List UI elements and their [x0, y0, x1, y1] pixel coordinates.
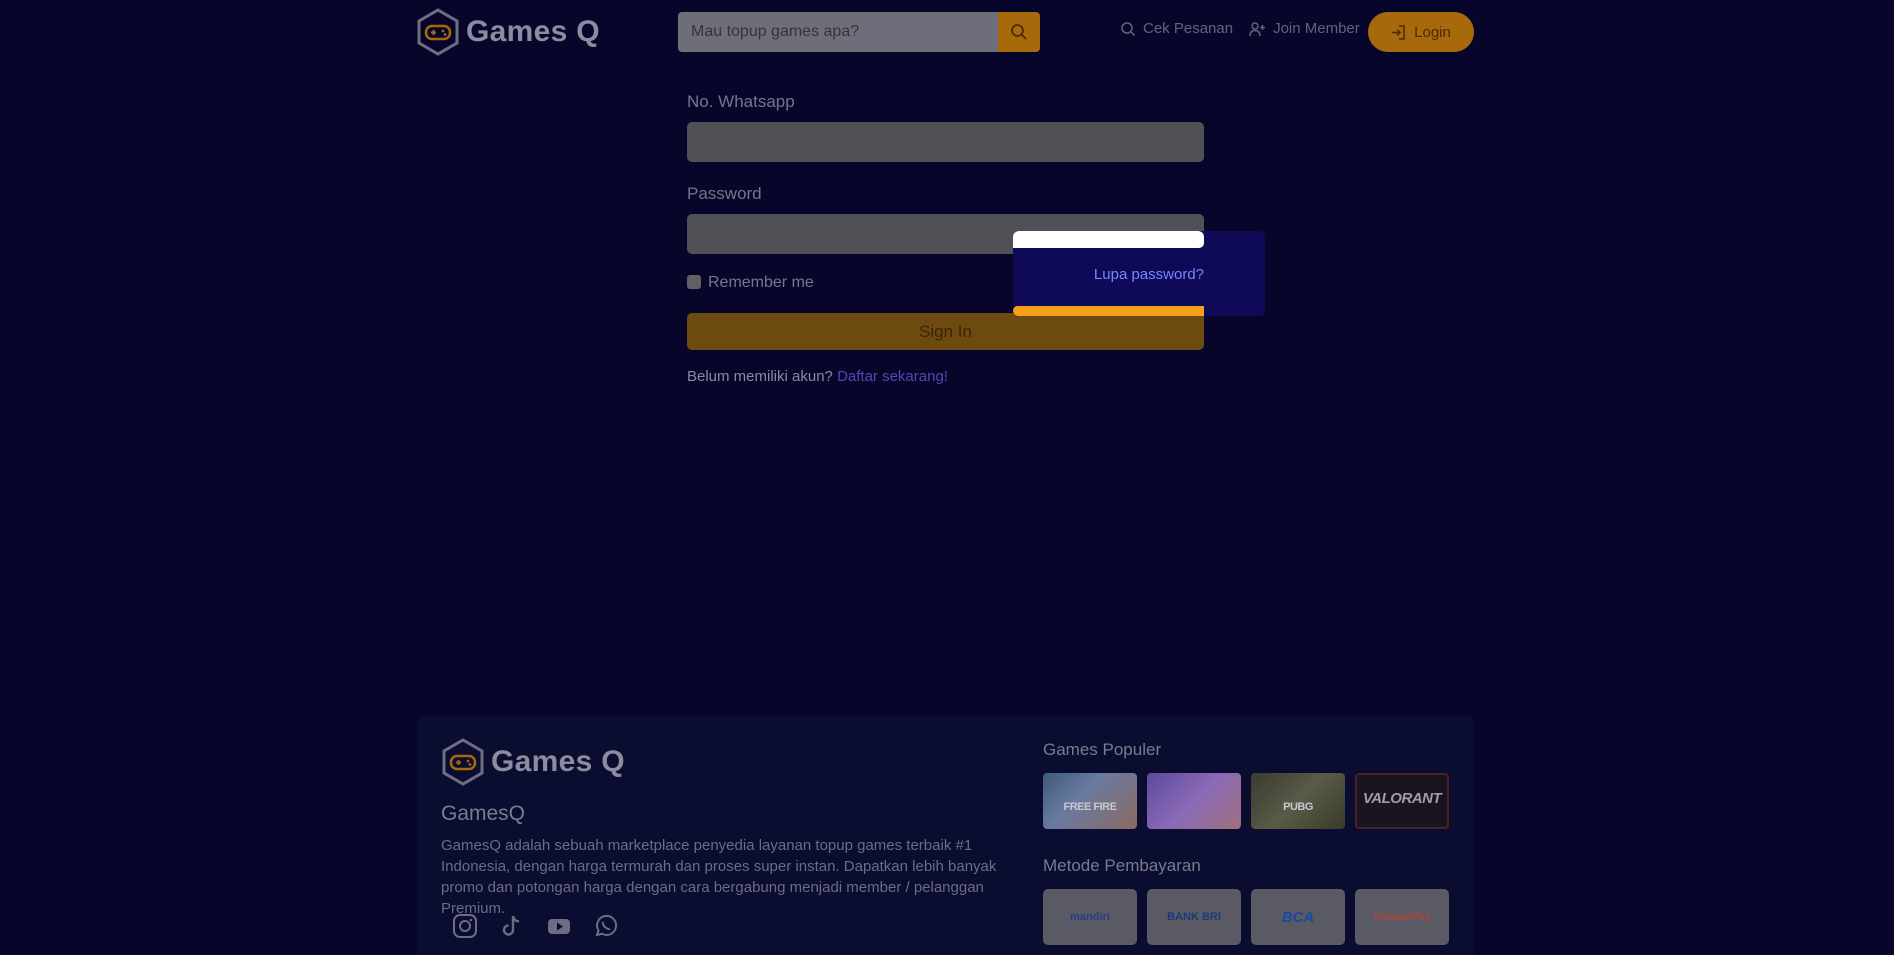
whatsapp-label: No. Whatsapp — [687, 92, 795, 111]
search-bar — [678, 12, 1040, 52]
register-link[interactable]: Daftar sekarang! — [837, 368, 948, 385]
games-grid: FREE FIRE PUBG VALORANT — [1043, 773, 1459, 829]
game-thumb-free-fire[interactable]: FREE FIRE — [1043, 773, 1137, 829]
footer-logo[interactable]: Games Q — [441, 738, 625, 786]
gamepad-hex-logo-icon — [417, 8, 459, 56]
whatsapp-icon[interactable] — [592, 912, 620, 940]
login-icon — [1392, 24, 1405, 40]
footer-brand: GamesQ — [441, 802, 526, 825]
payment-label: BCA — [1281, 908, 1315, 926]
youtube-icon[interactable] — [545, 912, 573, 940]
password-label: Password — [687, 184, 762, 203]
footer-description: GamesQ adalah sebuah marketplace penyedi… — [441, 837, 997, 917]
payment-grid: mandiri BANK BRI BCA ShopeePay — [1043, 889, 1459, 945]
payment-card-mandiri[interactable]: mandiri — [1043, 889, 1137, 945]
payment-card-bca[interactable]: BCA — [1251, 889, 1345, 945]
site-header: Games Q Cek Pesanan Join Membe — [0, 0, 1894, 64]
payment-label: BANK BRI — [1167, 911, 1221, 923]
game-thumb-mobile-legends[interactable] — [1147, 773, 1241, 829]
tiktok-icon[interactable] — [498, 912, 526, 940]
social-links — [451, 912, 639, 940]
logo-text: Games Q — [466, 15, 600, 48]
register-prompt: Belum memiliki akun? — [687, 368, 833, 385]
search-input[interactable] — [678, 12, 998, 52]
search-icon — [1121, 21, 1136, 36]
payment-card-bri[interactable]: BANK BRI — [1147, 889, 1241, 945]
search-icon — [1011, 24, 1027, 40]
nav-cek-pesanan[interactable]: Cek Pesanan — [1120, 20, 1233, 37]
popular-games-heading: Games Populer — [1043, 740, 1162, 759]
game-title: VALORANT — [1362, 790, 1442, 807]
sign-in-button[interactable]: Sign In — [687, 313, 1204, 350]
remember-checkbox[interactable] — [687, 275, 701, 289]
instagram-icon[interactable] — [451, 912, 479, 940]
nav-join-member[interactable]: Join Member — [1249, 20, 1360, 37]
payment-label: mandiri — [1070, 911, 1110, 923]
footer-logo-text: Games Q — [491, 745, 625, 778]
gamepad-hex-logo-icon — [442, 738, 484, 786]
game-title: FREE FIRE — [1063, 801, 1117, 813]
game-title: PUBG — [1283, 801, 1313, 813]
remember-label: Remember me — [708, 274, 814, 291]
popover-input-fragment — [1013, 231, 1204, 248]
popover-button-fragment — [1013, 306, 1204, 316]
nav-label: Join Member — [1273, 20, 1360, 37]
popular-games-section: Games Populer FREE FIRE PUBG VALORANT — [1043, 740, 1459, 829]
forgot-password-link[interactable]: Lupa password? — [1094, 266, 1204, 283]
logo[interactable]: Games Q — [416, 8, 600, 56]
game-thumb-valorant[interactable]: VALORANT — [1355, 773, 1449, 829]
register-row: Belum memiliki akun? Daftar sekarang! — [687, 368, 1204, 385]
whatsapp-input[interactable] — [687, 122, 1204, 162]
user-plus-icon — [1249, 21, 1266, 36]
nav-label: Cek Pesanan — [1143, 20, 1234, 37]
site-footer: Games Q GamesQ GamesQ adalah sebuah mark… — [417, 716, 1474, 955]
payment-card-shopeepay[interactable]: ShopeePay — [1355, 889, 1449, 945]
game-thumb-pubg[interactable]: PUBG — [1251, 773, 1345, 829]
payment-methods-section: Metode Pembayaran mandiri BANK BRI BCA S… — [1043, 856, 1459, 945]
forgot-password-popover: Lupa password? — [1013, 231, 1265, 316]
nav-links: Cek Pesanan Join Member — [1120, 20, 1376, 37]
payment-label: ShopeePay — [1373, 911, 1431, 923]
login-button[interactable]: Login — [1368, 12, 1474, 52]
search-button[interactable] — [998, 12, 1040, 52]
payment-methods-heading: Metode Pembayaran — [1043, 856, 1201, 875]
login-label: Login — [1414, 23, 1451, 41]
